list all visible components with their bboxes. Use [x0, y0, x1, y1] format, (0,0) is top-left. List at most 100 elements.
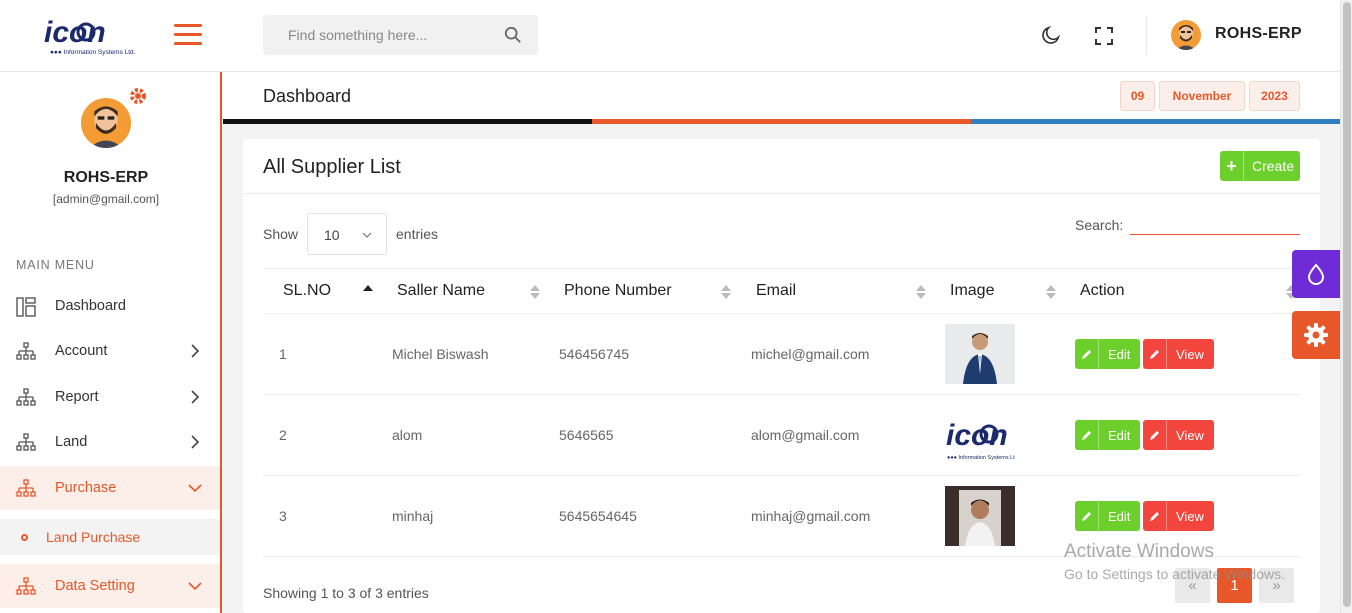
- sidebar-item-land[interactable]: Land: [0, 420, 220, 464]
- user-avatar[interactable]: [1171, 20, 1201, 50]
- table-info: Showing 1 to 3 of 3 entries: [263, 585, 429, 601]
- sidebar-item-label: Account: [55, 343, 108, 359]
- sitemap-icon: [16, 388, 36, 406]
- sidebar-item-account[interactable]: Account: [0, 329, 220, 373]
- create-button[interactable]: + Create: [1220, 151, 1300, 181]
- profile-settings-gear-icon[interactable]: [128, 86, 148, 106]
- cell-saller-name: Michel Biswash: [392, 346, 489, 362]
- table-search-input[interactable]: [1130, 213, 1300, 235]
- column-header-saller-name[interactable]: Saller Name: [397, 282, 485, 300]
- title-stripe-dark: [223, 119, 592, 124]
- supplier-photo: [945, 324, 1015, 384]
- cell-email: alom@gmail.com: [751, 427, 860, 443]
- edit-button[interactable]: Edit: [1075, 501, 1140, 531]
- top-header: icon ●●● Information Systems Ltd. ROHS-E…: [0, 0, 1340, 72]
- sidebar-item-label: Dashboard: [55, 298, 126, 314]
- cell-phone: 5646565: [559, 427, 614, 443]
- page-scrollbar[interactable]: [1340, 0, 1352, 613]
- card-title: All Supplier List: [263, 156, 401, 178]
- pencil-icon: [1075, 339, 1099, 369]
- sidebar-item-label: Data Setting: [55, 578, 135, 594]
- edit-button-label: Edit: [1108, 508, 1131, 524]
- date-month-badge: November: [1159, 81, 1245, 111]
- svg-text:icon: icon: [946, 419, 1008, 452]
- cell-phone: 546456745: [559, 346, 630, 362]
- entries-per-page-select[interactable]: 10: [307, 213, 387, 255]
- sort-icon[interactable]: [720, 284, 732, 300]
- supplier-photo-logo: icon ●●● Information Systems Ltd.: [945, 405, 1015, 465]
- cell-phone: 5645654645: [559, 508, 637, 524]
- sort-ascending-icon[interactable]: [362, 284, 374, 300]
- view-button[interactable]: View: [1143, 501, 1214, 531]
- view-button-label: View: [1176, 508, 1204, 524]
- chevron-down-icon: [188, 484, 202, 493]
- company-logo[interactable]: icon ●●● Information Systems Ltd.: [44, 14, 144, 58]
- chevron-right-icon: [191, 390, 200, 404]
- edit-button[interactable]: Edit: [1075, 420, 1140, 450]
- header-username[interactable]: ROHS-ERP: [1215, 25, 1302, 43]
- gear-icon: [1304, 323, 1328, 347]
- cell-sl-no: 3: [279, 508, 287, 524]
- column-header-phone-number[interactable]: Phone Number: [564, 282, 672, 300]
- sidebar-item-data-setting[interactable]: Data Setting: [0, 564, 220, 608]
- pencil-icon: [1075, 420, 1099, 450]
- column-header-email[interactable]: Email: [756, 282, 796, 300]
- cell-saller-name: minhaj: [392, 508, 434, 524]
- sidebar-item-report[interactable]: Report: [0, 375, 220, 419]
- global-search-input[interactable]: [263, 15, 483, 55]
- view-button-label: View: [1176, 346, 1204, 362]
- supplier-photo: [945, 486, 1015, 546]
- menu-section-title: MAIN MENU: [16, 258, 95, 272]
- sort-icon[interactable]: [915, 284, 927, 300]
- cell-email: michel@gmail.com: [751, 346, 870, 362]
- svg-text:●●● Information Systems Ltd.: ●●● Information Systems Ltd.: [947, 455, 1015, 461]
- edit-button-label: Edit: [1108, 346, 1131, 362]
- view-button[interactable]: View: [1143, 420, 1214, 450]
- chevron-right-icon: [191, 435, 200, 449]
- table-row: 2 alom 5646565 alom@gmail.com icon ●●● In…: [263, 395, 1300, 476]
- entries-select-value: 10: [324, 227, 340, 243]
- pencil-icon: [1143, 420, 1167, 450]
- show-label: Show: [263, 226, 299, 242]
- column-header-image[interactable]: Image: [950, 282, 994, 300]
- sitemap-icon: [16, 342, 36, 360]
- theme-color-button[interactable]: [1292, 250, 1340, 298]
- search-icon[interactable]: [504, 26, 522, 44]
- sitemap-icon: [16, 577, 36, 595]
- hamburger-menu-icon[interactable]: [174, 24, 202, 46]
- sort-icon[interactable]: [1045, 284, 1057, 300]
- windows-activation-watermark-title: Activate Windows: [1064, 541, 1214, 562]
- sidebar-subitem-land-purchase[interactable]: Land Purchase: [0, 519, 220, 555]
- date-year-badge: 2023: [1249, 81, 1300, 111]
- dark-mode-moon-icon[interactable]: [1040, 24, 1062, 46]
- column-header-action[interactable]: Action: [1080, 282, 1124, 300]
- sitemap-icon: [16, 433, 36, 451]
- windows-activation-watermark-text: Go to Settings to activate Windows.: [1064, 566, 1285, 582]
- view-button[interactable]: View: [1143, 339, 1214, 369]
- plus-icon: +: [1220, 151, 1244, 181]
- bullet-circle-icon: [21, 534, 28, 541]
- profile-email: [admin@gmail.com]: [52, 192, 160, 206]
- fullscreen-icon[interactable]: [1094, 26, 1114, 46]
- sidebar: ROHS-ERP [admin@gmail.com] MAIN MENU Das…: [0, 72, 222, 613]
- chevron-right-icon: [191, 344, 200, 358]
- sort-icon[interactable]: [529, 284, 541, 300]
- column-header-sl-no[interactable]: SL.NO: [283, 282, 331, 300]
- edit-button[interactable]: Edit: [1075, 339, 1140, 369]
- edit-button-label: Edit: [1108, 427, 1131, 443]
- pencil-icon: [1143, 339, 1167, 369]
- table-search-label: Search:: [1075, 217, 1124, 233]
- sidebar-item-purchase[interactable]: Purchase: [0, 466, 220, 510]
- page-title-bar: Dashboard 09 November 2023: [223, 72, 1340, 124]
- sitemap-icon: [16, 479, 36, 497]
- table-header: SL.NO Saller Name Phone Number Email Ima…: [263, 268, 1300, 314]
- profile-avatar: [81, 98, 131, 148]
- svg-text:icon: icon: [44, 16, 106, 49]
- scrollbar-thumb[interactable]: [1343, 2, 1351, 607]
- global-search: [263, 15, 538, 55]
- sidebar-item-dashboard[interactable]: Dashboard: [0, 284, 220, 328]
- entries-label: entries: [396, 226, 439, 242]
- settings-panel-button[interactable]: [1292, 311, 1340, 359]
- sidebar-subitem-label: Land Purchase: [46, 529, 141, 545]
- sidebar-item-label: Purchase: [55, 480, 117, 496]
